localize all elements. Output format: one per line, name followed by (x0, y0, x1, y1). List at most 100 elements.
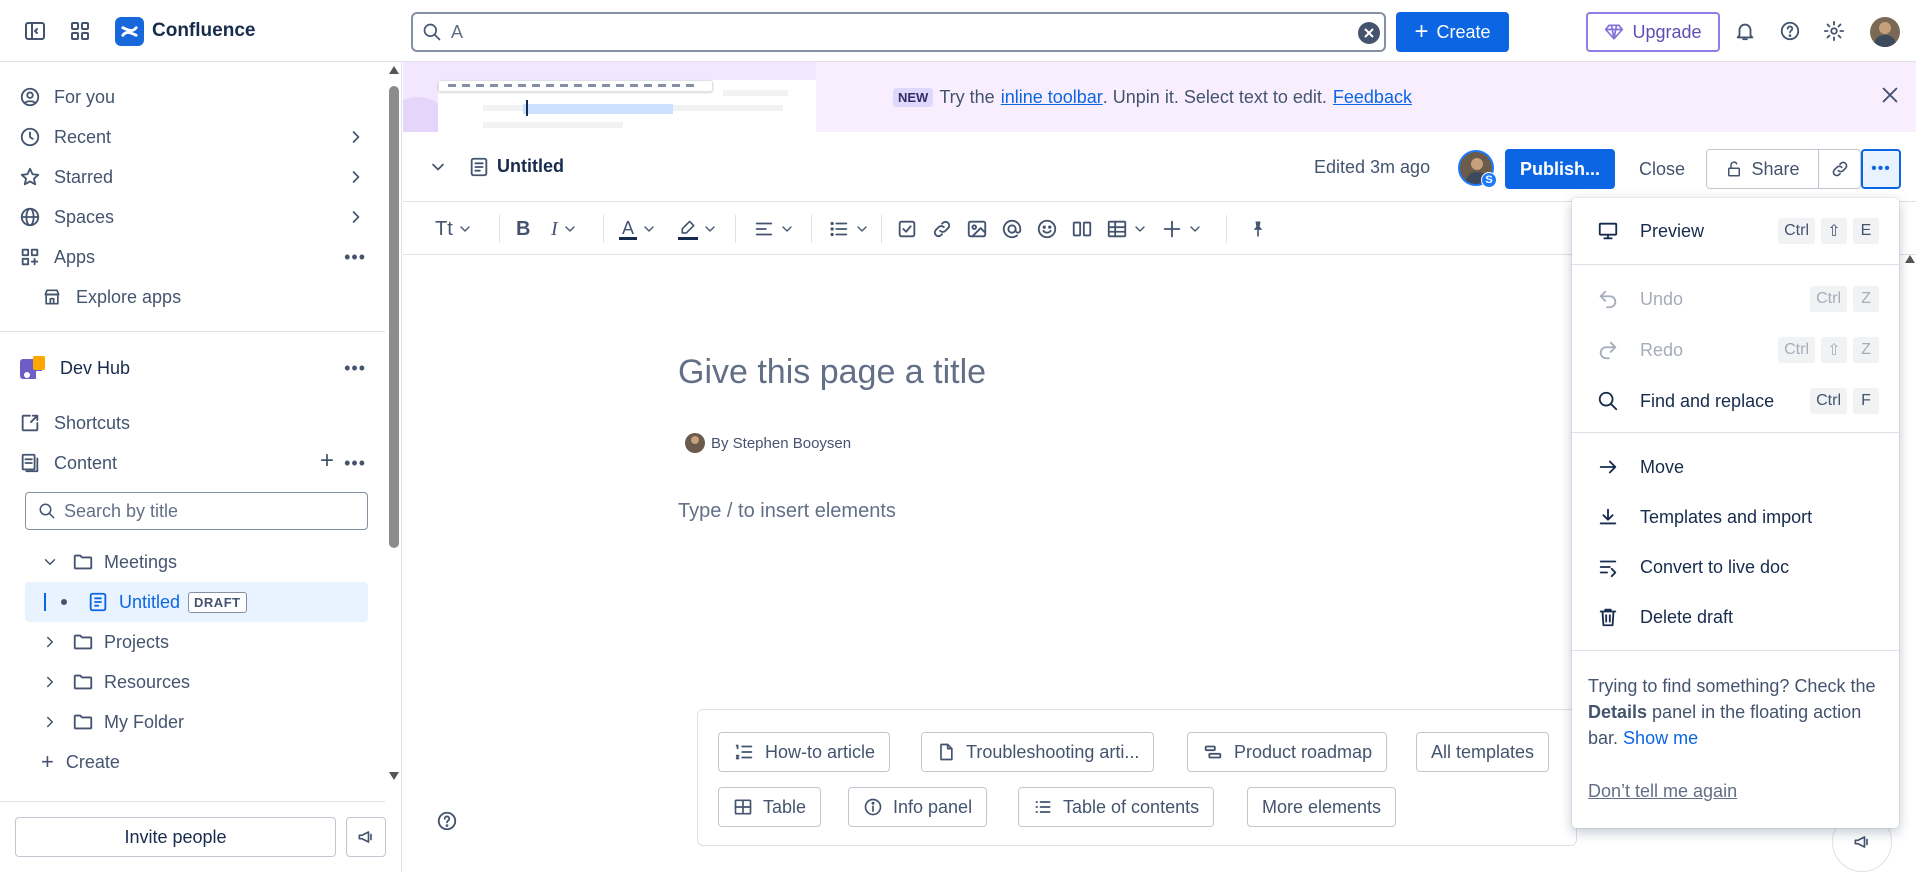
chevron-right-icon[interactable] (346, 127, 366, 147)
sidebar-item-apps[interactable]: Apps ••• (18, 238, 366, 276)
share-button[interactable]: Share (1706, 149, 1819, 189)
menu-item-delete-draft[interactable]: Delete draft (1572, 593, 1899, 641)
more-actions-button[interactable]: ••• (1861, 149, 1901, 189)
insert-dropdown[interactable] (1161, 216, 1203, 242)
tree-item-meetings[interactable]: Meetings (25, 542, 368, 582)
sidebar-item-starred[interactable]: Starred (18, 158, 366, 196)
chevron-right-icon[interactable] (38, 673, 62, 691)
list-dropdown[interactable] (828, 216, 870, 242)
close-button[interactable]: Close (1627, 149, 1697, 189)
feature-banner: NEW Try the inline toolbar. Unpin it. Se… (403, 62, 1916, 132)
space-header[interactable]: Dev Hub ••• (18, 349, 366, 387)
tree-item-my-folder[interactable]: My Folder (25, 702, 368, 742)
user-avatar[interactable] (1870, 17, 1900, 47)
chevron-down-icon[interactable] (38, 553, 62, 571)
help-icon[interactable] (1772, 13, 1808, 49)
more-actions-icon[interactable]: ••• (344, 247, 366, 268)
chevron-right-icon[interactable] (346, 207, 366, 227)
menu-item-undo[interactable]: Undo Ctrl Z (1572, 275, 1899, 323)
search-input[interactable]: A (411, 12, 1386, 52)
more-elements-button[interactable]: More elements (1247, 787, 1397, 827)
sidebar-toggle-icon[interactable] (17, 13, 53, 49)
menu-item-find-replace[interactable]: Find and replace Ctrl F (1572, 377, 1899, 425)
sidebar-item-explore-apps[interactable]: Explore apps (40, 278, 366, 316)
key: E (1853, 218, 1879, 244)
layout-columns-icon[interactable] (1071, 216, 1093, 242)
sidebar-item-content[interactable]: Content + ••• (18, 444, 366, 482)
tree-item-resources[interactable]: Resources (25, 662, 368, 702)
help-icon[interactable] (436, 810, 460, 834)
all-templates-button[interactable]: All templates (1416, 732, 1550, 772)
sidebar-scrollbar-thumb[interactable] (389, 86, 399, 548)
sidebar-item-label: Apps (54, 246, 96, 267)
close-banner-icon[interactable] (1879, 84, 1901, 106)
search-by-title-input[interactable]: Search by title (25, 492, 368, 530)
text-style-dropdown[interactable]: Tt (435, 216, 473, 242)
sidebar-item-spaces[interactable]: Spaces (18, 198, 366, 236)
key: Ctrl (1810, 388, 1847, 414)
template-label: Table of contents (1063, 796, 1200, 817)
tree-item-untitled[interactable]: Untitled DRAFT (25, 582, 368, 622)
show-me-link[interactable]: Show me (1623, 728, 1698, 748)
chevron-right-icon[interactable] (38, 633, 62, 651)
dont-tell-me-again-link[interactable]: Don’t tell me again (1588, 781, 1737, 802)
settings-gear-icon[interactable] (1816, 13, 1852, 49)
menu-item-move[interactable]: Move (1572, 443, 1899, 491)
sidebar-item-recent[interactable]: Recent (18, 118, 366, 156)
create-button[interactable]: + Create (1396, 12, 1509, 52)
notifications-bell-icon[interactable] (1727, 13, 1763, 49)
publish-button[interactable]: Publish... (1505, 149, 1615, 189)
sidebar-item-shortcuts[interactable]: Shortcuts (18, 404, 366, 442)
tree-create-button[interactable]: + Create (25, 742, 368, 782)
italic-dropdown[interactable]: I (551, 216, 578, 242)
text-color-dropdown[interactable]: A (619, 216, 657, 242)
mention-icon[interactable] (1001, 216, 1023, 242)
add-content-icon[interactable]: + (320, 447, 334, 475)
app-switcher-icon[interactable] (62, 13, 98, 49)
template-suggestions: How-to article Troubleshooting arti... P… (697, 709, 1577, 846)
menu-item-redo[interactable]: Redo Ctrl ⇧ Z (1572, 326, 1899, 374)
insert-info-panel-button[interactable]: Info panel (848, 787, 988, 827)
bold-icon[interactable]: B (516, 216, 530, 242)
pin-toolbar-icon[interactable] (1248, 216, 1268, 242)
feedback-link[interactable]: Feedback (1333, 87, 1412, 108)
inline-toolbar-link[interactable]: inline toolbar (1001, 87, 1103, 108)
sidebar-item-for-you[interactable]: For you (18, 78, 366, 116)
page-title-input[interactable]: Give this page a title (678, 353, 986, 392)
checkbox-icon[interactable] (896, 216, 918, 242)
chevron-down-icon[interactable] (428, 157, 448, 177)
feedback-megaphone-icon[interactable] (346, 817, 386, 857)
upgrade-button[interactable]: Upgrade (1586, 12, 1720, 52)
menu-item-templates-import[interactable]: Templates and import (1572, 493, 1899, 541)
template-how-to-article[interactable]: How-to article (718, 732, 891, 772)
scroll-up-arrow-icon[interactable] (1905, 255, 1915, 263)
menu-item-preview[interactable]: Preview Ctrl ⇧ E (1572, 207, 1899, 255)
menu-item-convert-live-doc[interactable]: Convert to live doc (1572, 543, 1899, 591)
edited-timestamp[interactable]: Edited 3m ago (1314, 157, 1430, 178)
invite-people-button[interactable]: Invite people (15, 817, 336, 857)
insert-toc-button[interactable]: Table of contents (1018, 787, 1215, 827)
banner-text-after: . Unpin it. Select text to edit. (1102, 87, 1327, 107)
table-dropdown[interactable] (1106, 216, 1148, 242)
insert-table-button[interactable]: Table (718, 787, 822, 827)
clear-search-icon[interactable] (1358, 22, 1380, 44)
tree-item-projects[interactable]: Projects (25, 622, 368, 662)
key: F (1853, 388, 1879, 414)
template-troubleshooting[interactable]: Troubleshooting arti... (921, 732, 1155, 772)
confluence-logo-icon[interactable] (115, 17, 144, 46)
app-name[interactable]: Confluence (152, 20, 255, 42)
chevron-right-icon[interactable] (346, 167, 366, 187)
page-body-editor[interactable]: Type / to insert elements (678, 500, 896, 523)
alignment-dropdown[interactable] (753, 216, 795, 242)
link-icon[interactable] (931, 216, 953, 242)
more-actions-icon[interactable]: ••• (344, 453, 366, 474)
template-product-roadmap[interactable]: Product roadmap (1187, 732, 1388, 772)
more-actions-icon[interactable]: ••• (344, 358, 366, 379)
highlight-dropdown[interactable] (678, 216, 718, 242)
copy-link-icon[interactable] (1819, 149, 1861, 189)
page-title[interactable]: Untitled (497, 156, 564, 177)
tree-item-label: Meetings (104, 551, 178, 572)
emoji-icon[interactable] (1036, 216, 1058, 242)
image-icon[interactable] (966, 216, 988, 242)
chevron-right-icon[interactable] (38, 713, 62, 731)
